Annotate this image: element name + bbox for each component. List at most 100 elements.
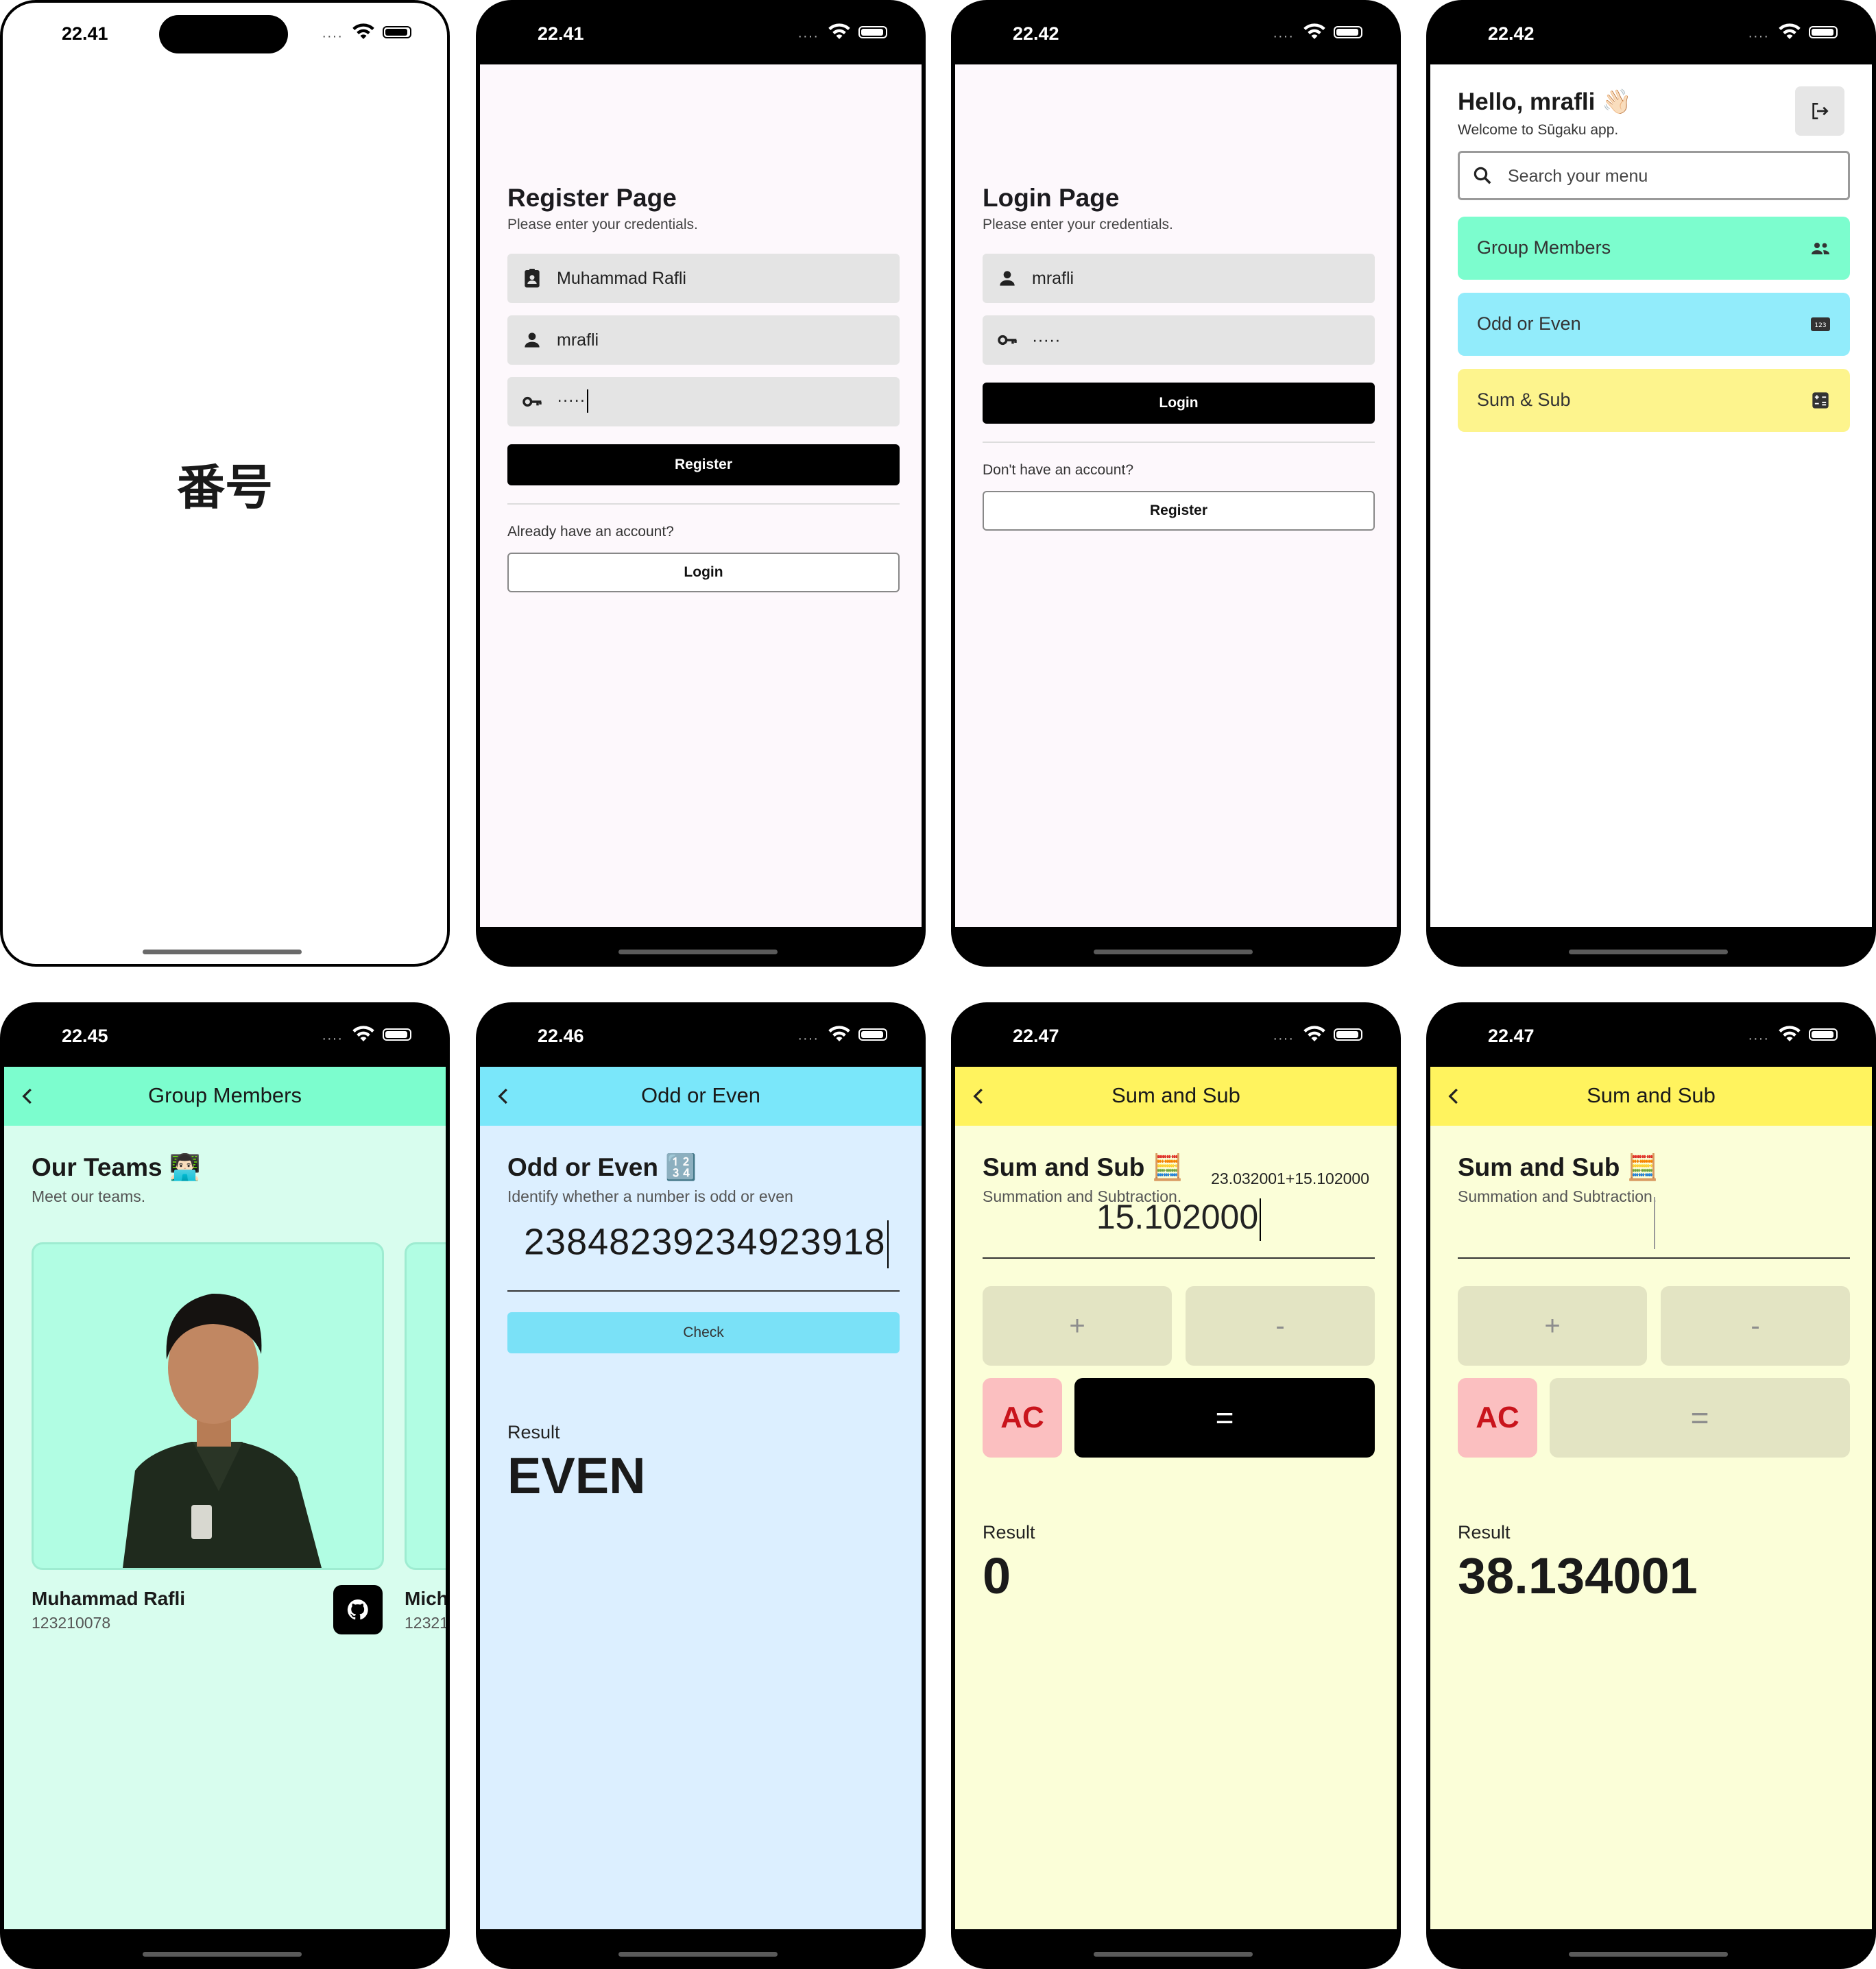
text-cursor xyxy=(1654,1197,1655,1249)
signal-dots: ···· xyxy=(1273,29,1294,44)
logout-button[interactable] xyxy=(1795,86,1844,136)
number-value: 23848239234923918 xyxy=(524,1221,886,1263)
status-bar: 22.42 ···· xyxy=(951,0,1401,64)
page-subtitle: Identify whether a number is odd or even xyxy=(507,1187,793,1205)
search-input[interactable]: Search your menu xyxy=(1458,151,1850,200)
menu-item-sum-sub[interactable]: Sum & Sub xyxy=(1458,369,1850,432)
login-button[interactable]: Login xyxy=(507,553,900,592)
register-phone: 22.41 ···· Register Page Please enter yo… xyxy=(476,0,926,967)
app-bar-title: Group Members xyxy=(148,1083,302,1107)
page-subtitle: Please enter your credentials. xyxy=(983,217,1173,232)
clear-button[interactable]: AC xyxy=(983,1378,1062,1458)
app-bar: Group Members xyxy=(4,1067,446,1126)
status-bar: 22.41 ···· xyxy=(0,0,450,64)
home-indicator[interactable] xyxy=(143,950,302,954)
github-button[interactable] xyxy=(333,1585,383,1634)
wifi-icon xyxy=(827,1023,852,1043)
home-indicator[interactable] xyxy=(618,1952,778,1957)
login-phone: 22.42 ···· Login Page Please enter your … xyxy=(951,0,1401,967)
number-input[interactable] xyxy=(1458,1197,1850,1252)
password-value: ····· xyxy=(1032,330,1061,350)
fullname-field[interactable]: Muhammad Rafli xyxy=(507,254,900,303)
battery-icon xyxy=(858,1028,887,1041)
text-cursor xyxy=(1260,1198,1262,1241)
password-field[interactable]: ····· xyxy=(507,377,900,426)
group-icon xyxy=(1810,239,1831,258)
register-button[interactable]: Register xyxy=(983,491,1375,531)
number-input[interactable]: 15.102000 xyxy=(983,1197,1375,1252)
calculator-icon xyxy=(1810,391,1831,410)
result-value: EVEN xyxy=(507,1447,646,1504)
username-field[interactable]: mrafli xyxy=(507,315,900,365)
github-icon xyxy=(346,1597,370,1622)
home-indicator[interactable] xyxy=(1094,1952,1253,1957)
battery-icon xyxy=(1809,26,1838,38)
member-name: Mich xyxy=(405,1588,446,1609)
status-time: 22.46 xyxy=(538,1026,584,1046)
number-input[interactable]: 23848239234923918 xyxy=(524,1220,889,1268)
page-subtitle: Please enter your credentials. xyxy=(507,217,698,232)
home-indicator[interactable] xyxy=(1094,950,1253,954)
clear-button[interactable]: AC xyxy=(1458,1378,1537,1458)
status-time: 22.45 xyxy=(62,1026,108,1046)
text-cursor xyxy=(887,1220,889,1268)
username-value: mrafli xyxy=(1032,269,1074,288)
plus-button[interactable]: + xyxy=(1458,1286,1647,1366)
register-hint: Don't have an account? xyxy=(983,462,1133,478)
register-button[interactable]: Register xyxy=(507,444,900,485)
oddeven-phone: 22.46 ···· Odd or Even Odd or Even 🔢 Ide… xyxy=(476,1002,926,1969)
app-bar: Odd or Even xyxy=(480,1067,922,1126)
login-button[interactable]: Login xyxy=(983,383,1375,424)
home-indicator[interactable] xyxy=(143,1952,302,1957)
register-screen: Register Page Please enter your credenti… xyxy=(480,64,922,927)
menu-item-odd-or-even[interactable]: Odd or Even xyxy=(1458,293,1850,356)
wifi-icon xyxy=(1302,1023,1327,1043)
result-label: Result xyxy=(507,1422,560,1442)
signal-dots: ···· xyxy=(322,29,343,44)
expression-display: 23.032001+15.102000 xyxy=(1211,1170,1369,1187)
status-bar: 22.47 ···· xyxy=(951,1002,1401,1067)
equals-button[interactable]: = xyxy=(1550,1378,1850,1458)
equals-button[interactable]: = xyxy=(1074,1378,1375,1458)
member-card[interactable] xyxy=(32,1242,384,1570)
sumsub-screen: Sum and Sub Sum and Sub 🧮 Summation and … xyxy=(955,1067,1397,1929)
home-indicator[interactable] xyxy=(1569,950,1728,954)
result-value: 0 xyxy=(983,1547,1011,1604)
member-nim: 123210078 xyxy=(32,1614,111,1632)
menu-item-group-members[interactable]: Group Members xyxy=(1458,217,1850,280)
group-screen: Group Members Our Teams 👨🏻‍💻 Meet our te… xyxy=(4,1067,446,1929)
input-underline xyxy=(983,1257,1375,1259)
status-time: 22.47 xyxy=(1013,1026,1059,1046)
member-card[interactable] xyxy=(405,1242,446,1570)
app-bar: Sum and Sub xyxy=(955,1067,1397,1126)
app-bar-title: Odd or Even xyxy=(640,1083,761,1107)
home-indicator[interactable] xyxy=(1569,1952,1728,1957)
plus-button[interactable]: + xyxy=(983,1286,1172,1366)
menu-label: Sum & Sub xyxy=(1477,389,1571,410)
password-value: ····· xyxy=(557,390,586,410)
divider xyxy=(983,442,1375,443)
welcome-text: Welcome to Sūgaku app. xyxy=(1458,122,1619,138)
wifi-icon xyxy=(351,1023,376,1043)
password-field[interactable]: ····· xyxy=(983,315,1375,365)
home-indicator[interactable] xyxy=(618,950,778,954)
login-hint: Already have an account? xyxy=(507,524,674,540)
minus-button[interactable]: - xyxy=(1661,1286,1850,1366)
signal-dots: ···· xyxy=(1748,29,1769,44)
signal-dots: ···· xyxy=(1273,1031,1294,1046)
signal-dots: ···· xyxy=(322,1031,343,1046)
home-phone: 22.42 ···· Hello, mrafli 👋🏻 Welcome to S… xyxy=(1426,0,1876,967)
numbers-icon xyxy=(1810,315,1831,334)
wifi-icon xyxy=(1302,21,1327,41)
sumsub-screen: Sum and Sub Sum and Sub 🧮 Summation and … xyxy=(1430,1067,1872,1929)
battery-icon xyxy=(858,26,887,38)
check-button[interactable]: Check xyxy=(507,1312,900,1353)
page-title: Sum and Sub 🧮 xyxy=(1458,1153,1659,1181)
sumsub-phone-2: 22.47 ···· Sum and Sub Sum and Sub 🧮 Sum… xyxy=(1426,1002,1876,1969)
text-cursor xyxy=(586,389,588,413)
divider xyxy=(507,503,900,505)
fullname-value: Muhammad Rafli xyxy=(557,269,686,288)
username-field[interactable]: mrafli xyxy=(983,254,1375,303)
minus-button[interactable]: - xyxy=(1186,1286,1375,1366)
status-bar: 22.46 ···· xyxy=(476,1002,926,1067)
